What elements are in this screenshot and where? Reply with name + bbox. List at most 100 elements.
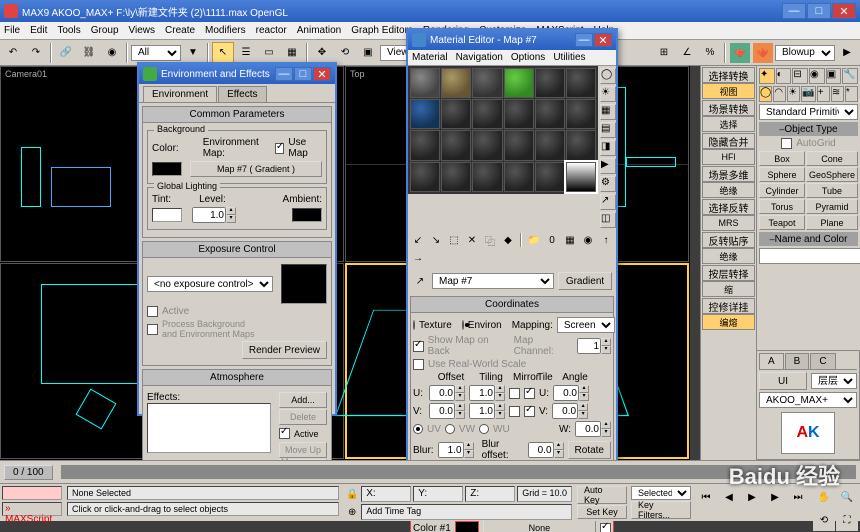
time-tag[interactable]: Add Time Tag (361, 504, 572, 520)
cmd-7[interactable]: 控修详挂 (702, 298, 755, 314)
lock-icon[interactable]: 🔒 (344, 486, 360, 502)
cmd-tag-2[interactable]: HFl (702, 149, 755, 165)
object-name-input[interactable] (759, 248, 860, 264)
v-offset[interactable]: ▴▾ (429, 403, 465, 419)
env-titlebar[interactable]: Environment and Effects — □ ✕ (139, 64, 335, 84)
angle-snap-button[interactable]: ∠ (676, 42, 698, 64)
menu-file[interactable]: File (4, 25, 20, 36)
u-tile[interactable] (524, 388, 535, 399)
scale-button[interactable]: ▣ (357, 42, 379, 64)
mat-slot-21[interactable] (504, 162, 534, 192)
tab-environment[interactable]: Environment (143, 86, 217, 102)
name-color-header[interactable]: – Name and Color (759, 232, 858, 246)
cmd-5[interactable]: 反转贴序 (702, 232, 755, 248)
mat-slot-9[interactable] (504, 99, 534, 129)
geosphere-button[interactable]: GeoSphere (806, 167, 858, 182)
mat-menu-navigation[interactable]: Navigation (456, 52, 503, 63)
w-angle[interactable]: ▴▾ (575, 421, 611, 437)
backlight-icon[interactable]: ☀ (600, 86, 616, 102)
exp-active-check[interactable] (147, 306, 158, 317)
tab-a[interactable]: A (759, 353, 784, 369)
cameras-icon[interactable]: 📷 (801, 86, 815, 102)
cmd-6[interactable]: 按层转择 (702, 265, 755, 281)
render-last-button[interactable]: ▶ (836, 42, 858, 64)
display-tab-icon[interactable]: ▣ (826, 68, 842, 84)
atmo-active-check[interactable] (279, 428, 290, 439)
mat-name-input[interactable]: Map #7 (432, 273, 554, 289)
mat-slot-11[interactable] (566, 99, 596, 129)
modify-tab-icon[interactable]: ◐ (776, 68, 792, 84)
mat-slot-23[interactable] (566, 162, 596, 192)
menu-animation[interactable]: Animation (297, 25, 341, 36)
mat-menu-material[interactable]: Material (412, 52, 448, 63)
cmd-0[interactable]: 选择转换 (702, 67, 755, 83)
options-icon[interactable]: ⚙ (600, 176, 616, 192)
mat-slot-19[interactable] (441, 162, 471, 192)
level-spinner[interactable]: ▴▾ (192, 207, 236, 223)
effects-listbox[interactable] (147, 403, 271, 453)
select-arrow-icon[interactable]: ↖ (212, 42, 234, 64)
go-parent-icon[interactable]: ↑ (598, 232, 614, 248)
redo-button[interactable]: ↷ (25, 42, 47, 64)
nav-max-icon[interactable]: ⛶ (836, 509, 858, 531)
keyfilters-button[interactable]: Key Filters... (631, 501, 691, 519)
mapping-select[interactable]: Screen (557, 317, 615, 333)
time-slider-button[interactable]: 0 / 100 (4, 465, 53, 480)
mat-slot-0[interactable] (410, 68, 440, 98)
cmd-tag-7[interactable]: 编熔 (702, 314, 755, 330)
rotate-button[interactable]: ⟲ (334, 42, 356, 64)
mat-slot-10[interactable] (535, 99, 565, 129)
snap-button[interactable]: ⊞ (653, 42, 675, 64)
filter-button[interactable]: ▼ (182, 42, 204, 64)
assign-icon[interactable]: ⬚ (446, 232, 462, 248)
hierarchy-tab-icon[interactable]: ⊟ (792, 68, 808, 84)
layer-select[interactable]: 层层 (811, 373, 857, 389)
mat-slot-14[interactable] (472, 130, 502, 160)
uv-radio[interactable] (413, 424, 423, 434)
window-crossing-button[interactable]: ▦ (281, 42, 303, 64)
utilities-tab-icon[interactable]: 🔧 (842, 68, 858, 84)
systems-icon[interactable]: * (845, 86, 858, 102)
mat-slot-12[interactable] (410, 130, 440, 160)
mat-slot-2[interactable] (472, 68, 502, 98)
sample-type-icon[interactable]: ◯ (600, 68, 616, 84)
keymode-select[interactable]: Selected (631, 486, 691, 500)
nav-orbit-icon[interactable]: ⟲ (813, 509, 835, 531)
atmosphere-header[interactable]: Atmosphere (143, 370, 331, 386)
mapchan-spinner[interactable]: ▴▾ (577, 338, 611, 354)
z-coord[interactable]: Z: (465, 486, 515, 502)
minimize-button[interactable]: — (782, 3, 806, 19)
coords-header[interactable]: Coordinates (411, 297, 613, 313)
pyramid-button[interactable]: Pyramid (806, 199, 858, 214)
exposure-header[interactable]: Exposure Control (143, 242, 331, 258)
cmd-1[interactable]: 场景转换 (702, 100, 755, 116)
autogrid-check[interactable] (781, 138, 792, 149)
menu-group[interactable]: Group (91, 25, 119, 36)
moveup-button[interactable]: Move Up (279, 442, 327, 458)
make-copy-icon[interactable]: ⿻ (482, 232, 498, 248)
env-min-button[interactable]: — (275, 67, 293, 81)
box-button[interactable]: Box (759, 151, 805, 166)
torus-button[interactable]: Torus (759, 199, 805, 214)
preview-icon[interactable]: ▶ (600, 158, 616, 174)
background-icon[interactable]: ▦ (600, 104, 616, 120)
cmd-4[interactable]: 选择反转 (702, 199, 755, 215)
spacewarps-icon[interactable]: ≋ (831, 86, 844, 102)
vw-radio[interactable] (445, 424, 455, 434)
close-button[interactable]: ✕ (832, 3, 856, 19)
mat-close-button[interactable]: ✕ (594, 33, 612, 47)
mat-slot-17[interactable] (566, 130, 596, 160)
mat-map-nav-icon[interactable]: ◫ (600, 212, 616, 228)
color1-map-button[interactable]: None (483, 520, 596, 532)
make-unique-icon[interactable]: ◆ (500, 232, 516, 248)
select-by-mat-icon[interactable]: ↗ (600, 194, 616, 210)
mat-slot-8[interactable] (472, 99, 502, 129)
u-tiling[interactable]: ▴▾ (469, 385, 505, 401)
show-map-icon[interactable]: ▦ (562, 232, 578, 248)
mat-menu-options[interactable]: Options (511, 52, 545, 63)
maxscript-label[interactable]: » MAXScript (2, 502, 62, 516)
mat-slot-13[interactable] (441, 130, 471, 160)
menu-grapheditors[interactable]: Graph Editors (351, 25, 413, 36)
x-coord[interactable]: X: (361, 486, 411, 502)
cmd-tag-4[interactable]: MRS (702, 215, 755, 231)
